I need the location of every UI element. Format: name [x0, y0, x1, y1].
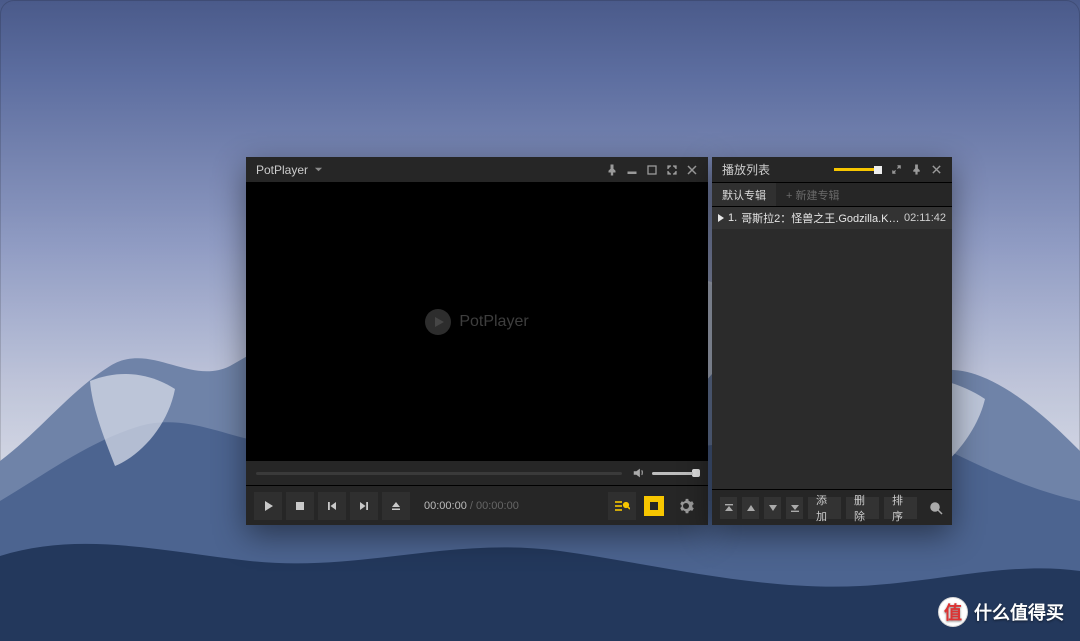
- speaker-icon: [632, 466, 646, 480]
- playlist-search-button[interactable]: [608, 492, 636, 520]
- move-top-button[interactable]: [720, 497, 737, 519]
- app-menu[interactable]: PotPlayer: [256, 163, 323, 177]
- tab-label: + 新建专辑: [786, 187, 839, 203]
- watermark-text: 什么值得买: [974, 599, 1064, 625]
- watermark-badge: 值 什么值得买: [938, 597, 1064, 627]
- controls-bar: 00:00:00 / 00:00:00: [246, 485, 708, 525]
- seek-row: [246, 461, 708, 485]
- btn-label: 删除: [854, 492, 871, 524]
- playlist-search-button[interactable]: [927, 497, 944, 519]
- time-current: 00:00:00: [424, 500, 467, 512]
- playlist-title: 播放列表: [722, 161, 770, 178]
- minimize-button[interactable]: [622, 160, 642, 180]
- move-bottom-button[interactable]: [786, 497, 803, 519]
- playlist-body[interactable]: 1. 哥斯拉2：怪兽之王.Godzilla.King.of.t... 02:11…: [712, 207, 952, 489]
- move-down-button[interactable]: [764, 497, 781, 519]
- playlist-opacity-slider[interactable]: [834, 168, 882, 171]
- watermark-icon: 值: [938, 597, 968, 627]
- playlist-expand-button[interactable]: [886, 160, 906, 180]
- move-up-button[interactable]: [742, 497, 759, 519]
- close-button[interactable]: [682, 160, 702, 180]
- titlebar[interactable]: PotPlayer: [246, 157, 708, 183]
- item-index: 1.: [728, 212, 737, 224]
- playlist-toggle-button[interactable]: [640, 492, 668, 520]
- tab-new-album[interactable]: + 新建专辑: [776, 183, 849, 206]
- item-duration: 02:11:42: [904, 212, 946, 224]
- btn-label: 添加: [816, 492, 833, 524]
- playlist-dock-button[interactable]: [906, 160, 926, 180]
- playlist-item[interactable]: 1. 哥斯拉2：怪兽之王.Godzilla.King.of.t... 02:11…: [712, 207, 952, 229]
- tab-label: 默认专辑: [722, 187, 766, 203]
- eject-button[interactable]: [382, 492, 410, 520]
- stop-button[interactable]: [286, 492, 314, 520]
- volume-slider[interactable]: [652, 472, 698, 475]
- square-icon: [644, 496, 664, 516]
- maximize-button[interactable]: [642, 160, 662, 180]
- fullscreen-button[interactable]: [662, 160, 682, 180]
- add-button[interactable]: 添加: [808, 497, 841, 519]
- seek-bar[interactable]: [256, 472, 622, 475]
- play-button[interactable]: [254, 492, 282, 520]
- play-indicator-icon: [718, 214, 724, 222]
- potplayer-window: PotPlayer PotPlayer 00:00:00 / 00:00:00: [246, 157, 708, 525]
- btn-label: 排序: [892, 492, 909, 524]
- timecode: 00:00:00 / 00:00:00: [424, 500, 519, 512]
- chevron-down-icon: [314, 165, 323, 174]
- tab-default-album[interactable]: 默认专辑: [712, 183, 776, 206]
- time-duration: 00:00:00: [476, 500, 519, 512]
- delete-button[interactable]: 删除: [846, 497, 879, 519]
- potplayer-logo-icon: [425, 309, 451, 335]
- playlist-window: 播放列表 默认专辑 + 新建专辑 1. 哥斯拉2：怪兽之王.Godzilla.K…: [712, 157, 952, 525]
- settings-button[interactable]: [672, 492, 700, 520]
- video-placeholder-text: PotPlayer: [459, 313, 528, 331]
- previous-button[interactable]: [318, 492, 346, 520]
- video-area[interactable]: PotPlayer: [246, 183, 708, 461]
- playlist-tabs: 默认专辑 + 新建专辑: [712, 183, 952, 207]
- next-button[interactable]: [350, 492, 378, 520]
- item-name: 哥斯拉2：怪兽之王.Godzilla.King.of.t...: [741, 210, 900, 226]
- playlist-titlebar[interactable]: 播放列表: [712, 157, 952, 183]
- volume-control[interactable]: [632, 466, 698, 480]
- app-name: PotPlayer: [256, 163, 308, 177]
- playlist-footer: 添加 删除 排序: [712, 489, 952, 525]
- sort-button[interactable]: 排序: [884, 497, 917, 519]
- pin-button[interactable]: [602, 160, 622, 180]
- playlist-close-button[interactable]: [926, 160, 946, 180]
